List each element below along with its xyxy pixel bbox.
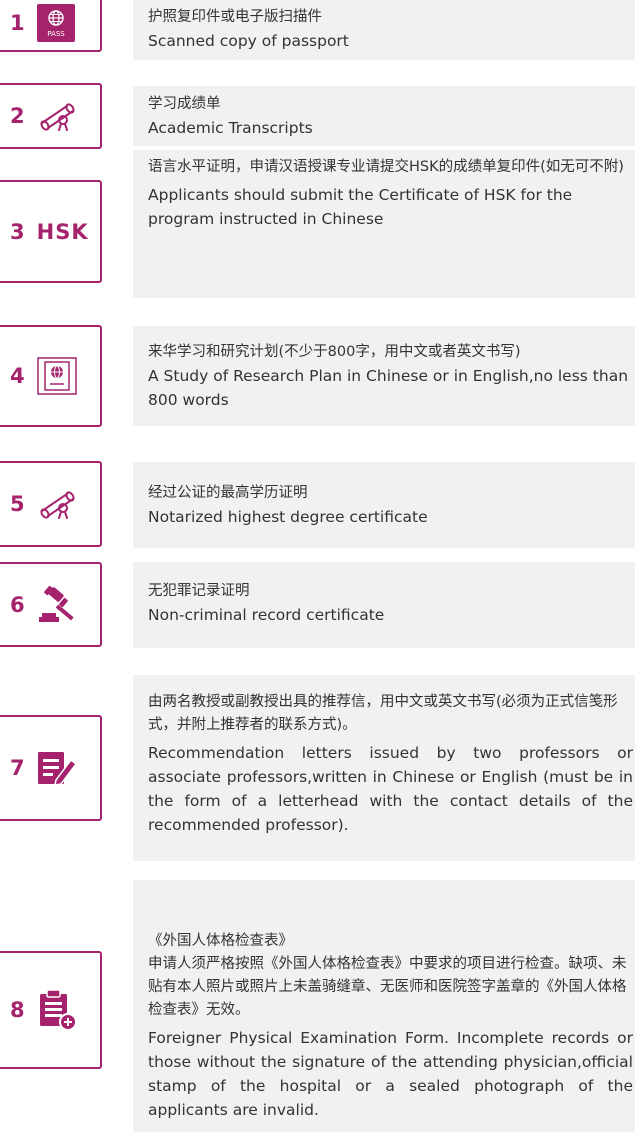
item-zh-text: 护照复印件或电子版扫描件 — [148, 9, 322, 25]
item-number: 7 — [10, 756, 25, 780]
item-zh-text: 申请人须严格按照《外国人体格检查表》中要求的项目进行检查。缺项、未贴有本人照片或… — [148, 956, 627, 1018]
item-badge-1: 1 PASS — [0, 0, 102, 52]
item-zh-text: 语言水平证明，申请汉语授课专业请提交HSK的成绩单复印件(如无可不附) — [148, 159, 624, 175]
item-zh-text: 由两名教授或副教授出具的推荐信，用中文或英文书写(必须为正式信笺形式，并附上推荐… — [148, 694, 618, 733]
item-badge-8: 8 — [0, 951, 102, 1069]
diploma-scroll-icon — [37, 101, 81, 131]
item-badge-7: 7 — [0, 715, 102, 821]
item-en-text: Academic Transcripts — [148, 119, 313, 137]
item-panel-1: 护照复印件或电子版扫描件 Scanned copy of passport — [133, 0, 635, 60]
item-en-text: Non-criminal record certificate — [148, 606, 385, 624]
item-panel-7: 由两名教授或副教授出具的推荐信，用中文或英文书写(必须为正式信笺形式，并附上推荐… — [133, 675, 635, 861]
item-en-text: A Study of Research Plan in Chinese or i… — [148, 367, 629, 409]
item-badge-4: 4 — [0, 325, 102, 427]
diploma-scroll-icon — [37, 489, 81, 519]
item-en-text: Recommendation letters issued by two pro… — [148, 744, 633, 834]
item-number: 1 — [10, 11, 25, 35]
item-number: 3 — [10, 219, 25, 244]
item-en-text: Notarized highest degree certificate — [148, 508, 428, 526]
item-zh-text: 学习成绩单 — [148, 96, 221, 112]
item-zh-text: 来华学习和研究计划(不少于800字，用中文或者英文书写) — [148, 344, 521, 360]
item-number: 2 — [10, 104, 25, 128]
clipboard-add-icon — [37, 989, 77, 1031]
item-badge-6: 6 — [0, 562, 102, 647]
edit-document-icon — [37, 750, 77, 786]
gavel-icon — [37, 585, 81, 624]
item-en-text: Scanned copy of passport — [148, 32, 349, 50]
item-number: 8 — [10, 998, 25, 1022]
item-badge-3: 3 HSK — [0, 180, 102, 283]
item-zh-title: 《外国人体格检查表》 — [148, 933, 293, 949]
item-number: 4 — [10, 364, 25, 388]
passport-icon-label: PASS — [47, 30, 65, 38]
item-panel-4: 来华学习和研究计划(不少于800字，用中文或者英文书写) A Study of … — [133, 326, 635, 426]
item-en-text: Foreigner Physical Examination Form. Inc… — [148, 1029, 633, 1119]
hsk-icon: HSK — [36, 219, 89, 244]
passport-icon: PASS — [36, 4, 75, 42]
item-number: 5 — [10, 492, 25, 516]
item-badge-2: 2 — [0, 83, 102, 149]
item-panel-6: 无犯罪记录证明 Non-criminal record certificate — [133, 562, 635, 648]
item-badge-5: 5 — [0, 461, 102, 547]
passport-book-icon — [36, 357, 77, 395]
item-panel-2: 学习成绩单 Academic Transcripts — [133, 86, 635, 146]
item-zh-text: 经过公证的最高学历证明 — [148, 485, 308, 501]
item-zh-text: 无犯罪记录证明 — [148, 583, 250, 599]
item-number: 6 — [10, 592, 25, 617]
item-panel-5: 经过公证的最高学历证明 Notarized highest degree cer… — [133, 462, 635, 548]
item-panel-3: 语言水平证明，申请汉语授课专业请提交HSK的成绩单复印件(如无可不附) Appl… — [133, 150, 635, 298]
item-panel-8: 《外国人体格检查表》 申请人须严格按照《外国人体格检查表》中要求的项目进行检查。… — [133, 880, 635, 1132]
item-en-text: Applicants should submit the Certificate… — [148, 186, 573, 228]
